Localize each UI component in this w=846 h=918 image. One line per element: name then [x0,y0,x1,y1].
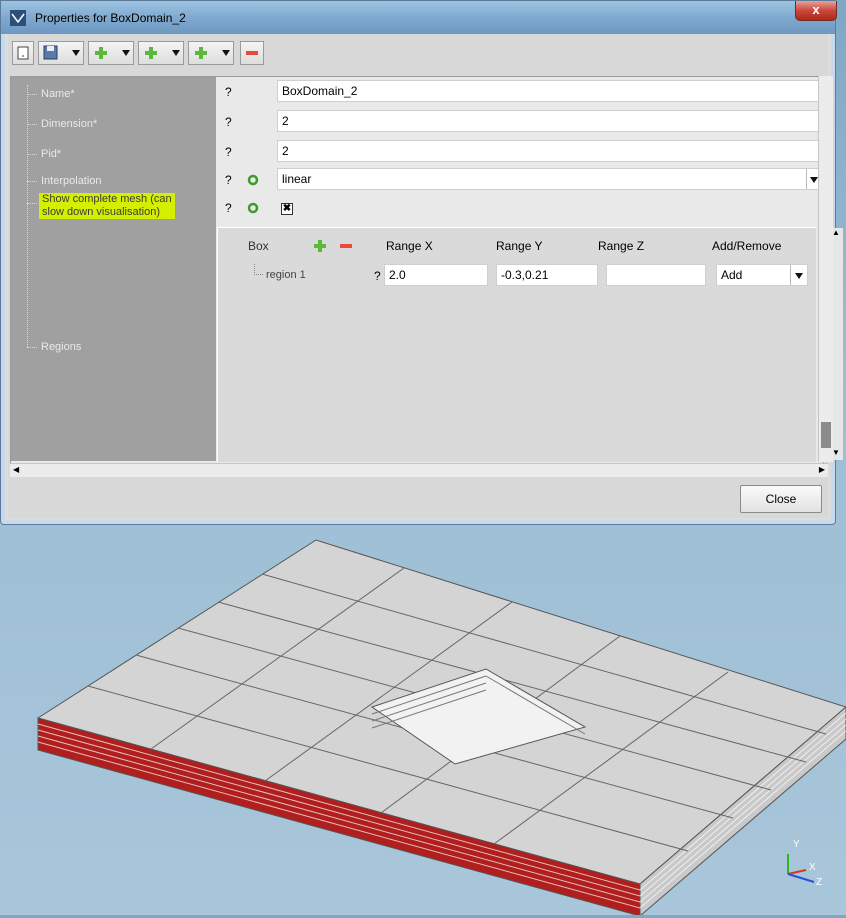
name-input[interactable]: BoxDomain_2 [277,80,822,102]
regions-table: Box Range X Range Y Range Z Add/Remove r… [217,227,843,462]
scroll-right-icon[interactable]: ▶ [819,465,825,474]
mesh-render [36,539,846,918]
add-green-icon [195,47,207,59]
save-icon [43,45,58,60]
tree-branch [27,181,37,182]
reset-icon[interactable] [247,202,259,214]
action-value: Add [721,268,743,282]
region-name: region 1 [266,269,306,281]
close-button[interactable]: Close [740,485,822,513]
add-dropdown-button-2[interactable] [138,41,184,65]
help-icon[interactable]: ? [225,201,232,215]
interpolation-select[interactable]: linear [277,168,822,190]
range-y-input[interactable]: -0.3,0.21 [496,264,598,286]
dimension-label: Dimension* [41,118,98,130]
new-icon [17,46,29,60]
interpolation-label: Interpolation [41,175,102,187]
toolbar [8,34,828,70]
property-labels-pane: Name* Dimension* Pid* Interpolation Show… [11,77,216,461]
range-z-input[interactable] [606,264,706,286]
pid-label: Pid* [41,148,62,160]
title-bar[interactable]: Properties for BoxDomain_2 x [1,1,837,34]
remove-red-icon [246,51,258,55]
help-icon[interactable]: ? [225,115,232,129]
box-header: Box [248,239,269,253]
new-button[interactable] [12,41,34,65]
properties-dialog: Properties for BoxDomain_2 x Name* Dimen… [0,0,843,525]
help-icon[interactable]: ? [225,145,232,159]
chevron-down-icon [222,50,230,56]
add-dropdown-button-1[interactable] [88,41,134,65]
range-y-header: Range Y [496,239,543,253]
axis-z-label: Z [816,877,823,888]
action-select[interactable]: Add [716,264,808,286]
chevron-down-icon[interactable] [790,265,807,285]
app-icon [10,10,26,26]
add-green-icon [145,47,157,59]
help-icon[interactable]: ? [225,85,232,99]
tree-branch [27,154,37,155]
add-dropdown-button-3[interactable] [188,41,234,65]
regions-label: Regions [41,341,82,353]
show-mesh-label: Show complete mesh (can slow down visual… [39,193,175,219]
add-green-icon [95,47,107,59]
show-mesh-label-line-1: Show complete mesh (can [42,193,172,205]
tree-branch [27,203,37,204]
tree-branch [254,264,263,275]
range-z-header: Range Z [598,239,645,253]
range-x-header: Range X [386,239,433,253]
range-x-input[interactable]: 2.0 [384,264,488,286]
show-mesh-checkbox[interactable]: ✖ [281,203,293,215]
scroll-thumb[interactable] [821,422,831,448]
window-close-button[interactable]: x [795,1,837,21]
name-label: Name* [41,88,75,100]
chevron-down-icon [122,50,130,56]
show-mesh-label-line-2: slow down visualisation) [42,206,160,218]
add-region-icon[interactable] [314,240,326,252]
help-icon[interactable]: ? [225,173,232,187]
horizontal-scrollbar[interactable]: ◀ ▶ [10,463,828,477]
tree-branch [27,94,37,95]
dialog-client: Name* Dimension* Pid* Interpolation Show… [8,34,843,518]
remove-region-icon[interactable] [340,244,352,248]
properties-scrollbar[interactable] [818,76,833,462]
tree-branch [27,124,37,125]
chevron-down-icon [72,50,80,56]
save-dropdown-button[interactable] [38,41,84,65]
3d-viewport[interactable]: Y X Z [0,524,846,918]
tree-branch [27,347,37,348]
axis-y-label: Y [793,839,800,850]
window-title: Properties for BoxDomain_2 [35,11,186,25]
dimension-input[interactable]: 2 [277,110,822,132]
reset-icon[interactable] [247,174,259,186]
properties-panel: Name* Dimension* Pid* Interpolation Show… [10,76,843,464]
remove-button[interactable] [240,41,264,65]
interpolation-value: linear [282,172,312,186]
pid-input[interactable]: 2 [277,140,822,162]
chevron-down-icon [172,50,180,56]
help-icon[interactable]: ? [374,269,381,283]
add-remove-header: Add/Remove [712,239,782,253]
axis-x-label: X [809,862,816,873]
scroll-left-icon[interactable]: ◀ [13,465,19,474]
